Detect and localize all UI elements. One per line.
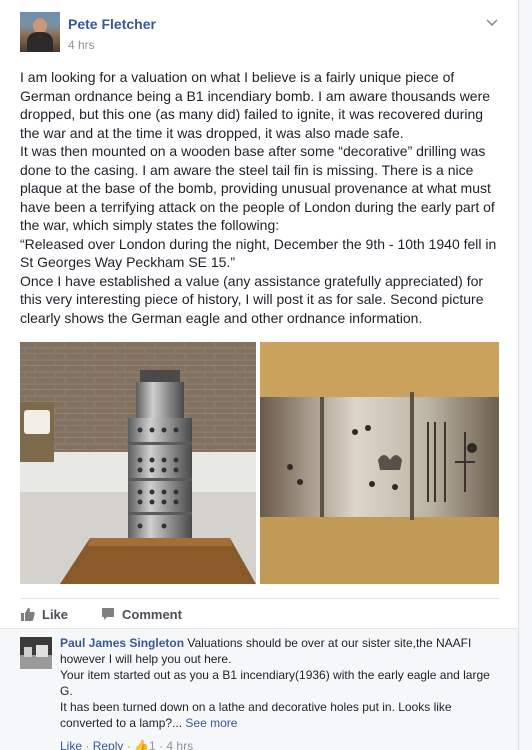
thumbs-up-icon [21,607,35,621]
post-timestamp[interactable]: 4 hrs [68,38,95,52]
speech-bubble-icon [102,608,114,620]
comment-like-link[interactable]: Like [60,739,82,750]
like-button[interactable]: Like [20,606,68,622]
post-body: I am looking for a valuation on what I b… [20,68,502,327]
post-paragraph: It was then mounted on a wooden base aft… [20,143,495,233]
author-name[interactable]: Pete Fletcher [68,16,156,32]
commenter-avatar[interactable] [20,637,52,669]
comment-reply-link[interactable]: Reply [93,739,124,750]
like-label: Like [42,606,69,622]
comment-timestamp[interactable]: 4 hrs [166,739,193,750]
comment-body: Paul James Singleton Valuations should b… [60,635,500,731]
author-avatar[interactable] [20,12,60,52]
photo-grid [20,342,499,584]
chevron-down-icon[interactable] [484,14,500,30]
comment-meta: Like · Reply · 👍1 · 4 hrs [60,739,193,750]
comment-button[interactable]: Comment [100,606,182,622]
post-paragraph: “Released over London during the night, … [20,235,497,271]
bomb-photo[interactable] [20,342,256,584]
comment-label: Comment [122,606,182,622]
comment-line: It has been turned down on a lathe and d… [60,700,452,730]
post-paragraph: I am looking for a valuation on what I b… [20,69,491,141]
comments-section: Paul James Singleton Valuations should b… [0,628,518,750]
commenter-name[interactable]: Paul James Singleton [60,636,184,650]
page-background-strip [519,0,532,750]
reaction-count[interactable]: 1 [149,739,156,750]
post-paragraph: Once I have established a value (any ass… [20,272,484,326]
post-header: Pete Fletcher 4 hrs [20,12,500,56]
see-more-link[interactable]: See more [185,716,237,730]
post-actions-bar: Like Comment [20,598,500,627]
post-card: Pete Fletcher 4 hrs I am looking for a v… [0,0,519,750]
reaction-like-icon[interactable]: 👍 [134,739,149,750]
markings-photo[interactable] [260,342,499,584]
comment-line: Your item started out as you a B1 incend… [60,668,490,698]
